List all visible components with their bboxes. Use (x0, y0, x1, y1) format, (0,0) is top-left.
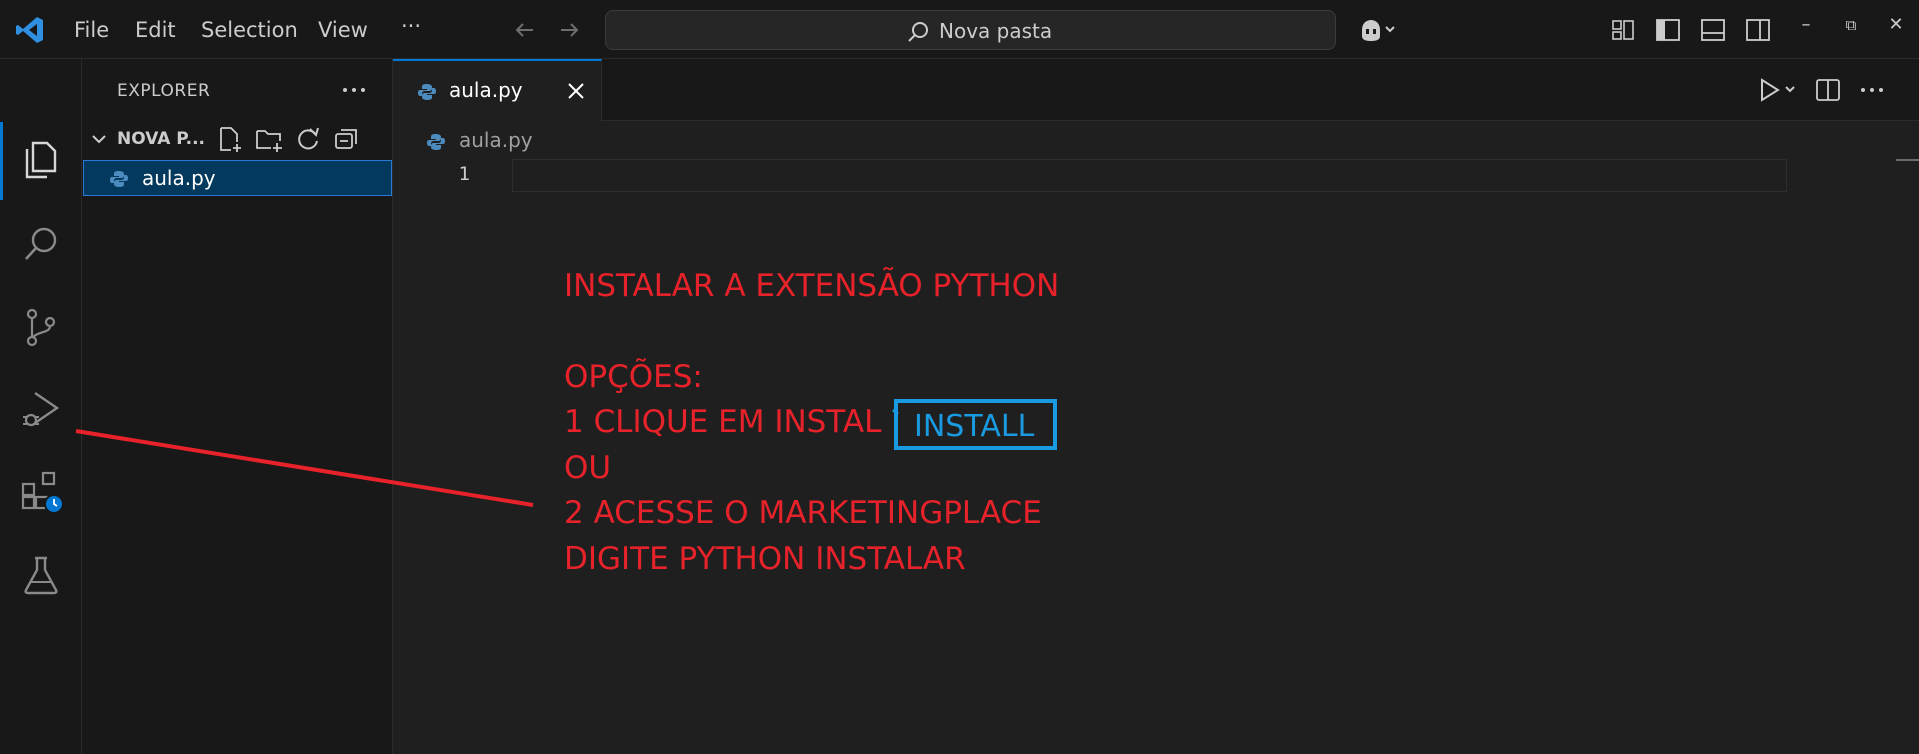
workspace-folder-name[interactable]: NOVA P... (117, 129, 205, 149)
vscode-logo-icon (16, 17, 43, 43)
search-icon (908, 22, 928, 42)
window-restore-button[interactable]: ⧉ (1831, 16, 1871, 34)
search-icon[interactable] (19, 222, 63, 266)
split-editor-icon[interactable] (1813, 75, 1843, 105)
close-icon[interactable] (565, 80, 587, 102)
tab-label: aula.py (449, 78, 523, 102)
menu-more-button[interactable]: ··· (401, 14, 421, 38)
activity-bar (0, 59, 82, 754)
run-python-file-icon[interactable] (1756, 75, 1800, 105)
python-file-icon (427, 134, 445, 150)
line-number: 1 (458, 163, 470, 185)
window-minimize-button[interactable]: – (1786, 14, 1826, 35)
annotation-option-2: 2 ACESSE O MARKETINGPLACE (564, 495, 1042, 531)
menu-edit[interactable]: Edit (135, 18, 176, 42)
collapse-all-icon[interactable] (332, 124, 362, 154)
new-file-icon[interactable] (215, 124, 245, 154)
toggle-panel-icon[interactable] (1699, 16, 1727, 44)
file-name: aula.py (142, 166, 216, 190)
copilot-icon[interactable] (1358, 16, 1398, 44)
run-and-debug-icon[interactable] (19, 387, 63, 431)
menu-view[interactable]: View (318, 18, 368, 42)
annotation-options-label: OPÇÕES: (564, 359, 703, 395)
new-folder-icon[interactable] (254, 124, 284, 154)
testing-flask-icon[interactable] (19, 553, 63, 597)
menu-selection[interactable]: Selection (201, 18, 298, 42)
editor-tab-bar: aula.py (393, 59, 1919, 121)
minimap-indicator (1896, 159, 1919, 161)
python-file-icon (418, 84, 436, 100)
command-center-search[interactable]: Nova pasta (605, 10, 1336, 50)
install-callout-label: INSTALL (914, 409, 1035, 444)
explorer-title: EXPLORER (117, 81, 211, 101)
tab-aula-py[interactable]: aula.py (393, 59, 602, 121)
file-tree-item-aula-py[interactable]: aula.py (83, 160, 392, 196)
more-actions-icon[interactable] (339, 77, 369, 103)
customize-layout-icon[interactable] (1609, 16, 1637, 44)
annotation-title: INSTALAR A EXTENSÃO PYTHON (564, 268, 1060, 304)
editor-more-actions-icon[interactable] (1857, 75, 1887, 105)
back-arrow-icon[interactable] (511, 16, 539, 44)
menu-file[interactable]: File (74, 18, 109, 42)
toggle-secondary-sidebar-icon[interactable] (1744, 16, 1772, 44)
search-text: Nova pasta (939, 19, 1053, 43)
annotation-option-2-detail: DIGITE PYTHON INSTALAR (564, 541, 966, 577)
forward-arrow-icon[interactable] (555, 16, 583, 44)
active-indicator (0, 122, 3, 200)
explorer-sidebar: EXPLORER NOVA P... aula.py (82, 59, 393, 754)
extensions-icon[interactable] (19, 470, 63, 514)
annotation-option-1: 1 CLIQUE EM INSTAL (564, 404, 882, 440)
annotation-or: OU (564, 450, 612, 486)
explorer-files-icon[interactable] (19, 137, 63, 181)
refresh-icon[interactable] (293, 124, 323, 154)
python-file-icon (110, 171, 128, 187)
title-bar: File Edit Selection View ··· Nova pasta (0, 0, 1919, 59)
breadcrumb-file: aula.py (459, 128, 533, 152)
toggle-primary-sidebar-icon[interactable] (1654, 16, 1682, 44)
window-close-button[interactable]: ✕ (1876, 14, 1916, 35)
source-control-icon[interactable] (19, 305, 63, 349)
current-line-highlight[interactable] (512, 159, 1787, 192)
chevron-down-icon[interactable] (90, 130, 108, 148)
install-callout-box: INSTALL (894, 399, 1057, 450)
